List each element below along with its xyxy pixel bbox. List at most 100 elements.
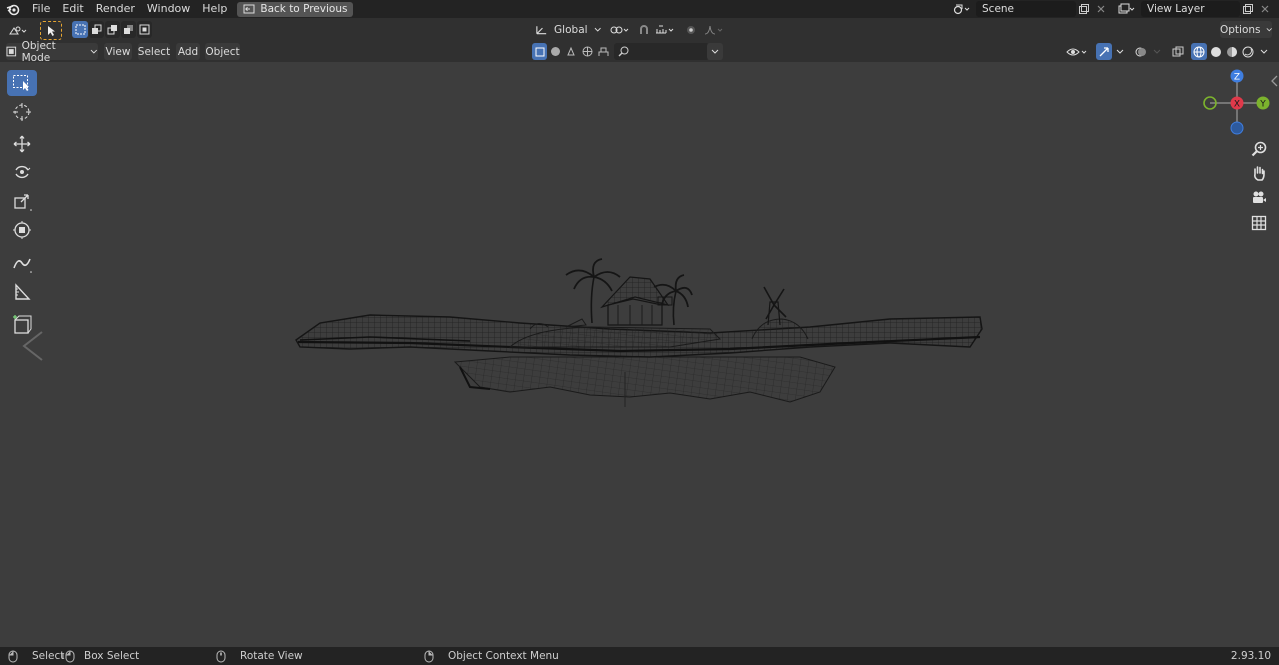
- object-mode-label: Object Mode: [21, 39, 56, 64]
- transform-tool-icon[interactable]: [7, 217, 37, 243]
- scene-browse-icon[interactable]: [950, 1, 974, 17]
- chevron-down-icon: [711, 49, 719, 54]
- 3d-viewport[interactable]: Z Y X: [0, 62, 1279, 647]
- status-box-select-label: Box Select: [84, 650, 140, 662]
- filter-camera-icon[interactable]: [596, 43, 611, 60]
- measure-tool-icon[interactable]: [7, 279, 37, 305]
- gizmo-toggle-icon[interactable]: [1096, 43, 1112, 60]
- shading-material-icon[interactable]: [1224, 43, 1240, 60]
- axis-navigation-gizmo[interactable]: Z Y X: [1198, 68, 1274, 140]
- mouse-right-icon: [424, 650, 434, 662]
- snap-toggle-icon[interactable]: [636, 21, 652, 38]
- delete-view-layer-icon[interactable]: [1258, 1, 1272, 17]
- proportional-edit-icon[interactable]: [684, 21, 698, 38]
- shading-dropdown[interactable]: [1257, 43, 1271, 60]
- toggle-perspective-icon[interactable]: [1248, 212, 1270, 234]
- status-box-select: Box Select: [62, 647, 139, 665]
- filter-mesh-icon[interactable]: [532, 43, 547, 60]
- view-layer-field[interactable]: View Layer: [1141, 1, 1240, 17]
- delete-scene-icon[interactable]: [1094, 1, 1108, 17]
- zoom-view-icon[interactable]: [1248, 138, 1270, 160]
- blender-logo-icon[interactable]: [0, 0, 26, 18]
- mouse-left-icon: [8, 650, 18, 662]
- visibility-dropdown[interactable]: [1064, 43, 1092, 60]
- scene-name: Scene: [982, 3, 1015, 15]
- pan-view-icon[interactable]: [1248, 162, 1270, 184]
- shading-solid-icon[interactable]: [1208, 43, 1224, 60]
- status-rotate-view-label: Rotate View: [240, 650, 303, 662]
- select-box-tool-icon[interactable]: [7, 70, 37, 96]
- menu-file[interactable]: File: [26, 0, 56, 18]
- filter-light-icon[interactable]: [564, 43, 579, 60]
- menu-help[interactable]: Help: [196, 0, 233, 18]
- new-scene-icon[interactable]: [1076, 1, 1092, 17]
- select-mode-invert-icon[interactable]: [121, 21, 136, 38]
- editor-type-icon[interactable]: [6, 22, 32, 39]
- back-to-previous-button[interactable]: Back to Previous: [237, 1, 354, 17]
- menu-view[interactable]: View: [104, 43, 132, 60]
- snap-target-dropdown[interactable]: [652, 21, 678, 38]
- view-layer-name: View Layer: [1147, 3, 1205, 15]
- annotate-tool-icon[interactable]: [7, 250, 37, 276]
- menu-add[interactable]: Add: [176, 43, 200, 60]
- status-bar: Select Box Select Rotate View Object Con…: [0, 647, 1279, 665]
- rotate-tool-icon[interactable]: [7, 159, 37, 185]
- gizmo-x-label: X: [1234, 100, 1240, 110]
- select-mode-intersect-icon[interactable]: [137, 21, 152, 38]
- scale-tool-icon[interactable]: [7, 188, 37, 214]
- select-tool-icon[interactable]: [40, 21, 62, 40]
- pivot-icon: [610, 26, 629, 33]
- filter-material-icon[interactable]: [548, 43, 563, 60]
- gizmo-dropdown[interactable]: [1113, 43, 1127, 60]
- filter-options-dropdown[interactable]: [707, 43, 723, 60]
- viewport-search-input[interactable]: [614, 43, 709, 60]
- scene-name-field[interactable]: Scene: [976, 1, 1076, 17]
- object-mode-dropdown[interactable]: Object Mode: [6, 40, 98, 64]
- back-to-previous-label: Back to Previous: [260, 3, 348, 15]
- transform-orientation-dropdown[interactable]: Global: [535, 21, 601, 38]
- menu-edit[interactable]: Edit: [56, 0, 89, 18]
- select-mode-new-icon[interactable]: [72, 21, 88, 38]
- view-layer-browse-icon[interactable]: [1115, 1, 1139, 17]
- status-select: Select: [8, 647, 64, 665]
- select-mode-subtract-icon[interactable]: [105, 21, 120, 38]
- gizmo-neg-z-axis[interactable]: [1230, 121, 1244, 135]
- chevron-down-icon: [1266, 27, 1272, 31]
- collapse-toolbar-icon[interactable]: [18, 330, 48, 362]
- tool-settings-header: Global Options: [0, 18, 1279, 42]
- sidebar-toggle-icon[interactable]: [1270, 74, 1279, 88]
- chevron-down-icon: [90, 49, 98, 54]
- menu-object[interactable]: Object: [205, 43, 240, 60]
- options-dropdown[interactable]: Options: [1220, 21, 1272, 38]
- select-mode-extend-icon[interactable]: [89, 21, 104, 38]
- gizmo-y-label: Y: [1259, 100, 1266, 110]
- gizmo-z-label: Z: [1234, 73, 1240, 83]
- top-menu-bar: File Edit Render Window Help Back to Pre…: [0, 0, 1279, 18]
- overlays-toggle-icon[interactable]: [1133, 43, 1149, 60]
- search-icon: [618, 46, 629, 57]
- status-context-menu-label: Object Context Menu: [448, 650, 559, 662]
- menu-select[interactable]: Select: [138, 43, 170, 60]
- object-mode-icon: [6, 46, 17, 57]
- proportional-falloff-dropdown[interactable]: [701, 21, 727, 38]
- orientation-icon: [536, 25, 547, 34]
- filter-world-icon[interactable]: [580, 43, 595, 60]
- status-rotate-view: Rotate View: [216, 647, 303, 665]
- mouse-drag-icon: [62, 650, 75, 662]
- camera-view-icon[interactable]: [1248, 187, 1270, 209]
- island-wireframe-model[interactable]: [290, 257, 990, 417]
- status-select-label: Select: [32, 650, 65, 662]
- chevron-down-icon: [1116, 49, 1124, 54]
- new-view-layer-icon[interactable]: [1240, 1, 1256, 17]
- options-label: Options: [1220, 23, 1261, 36]
- menu-window[interactable]: Window: [141, 0, 196, 18]
- xray-toggle-icon[interactable]: [1170, 43, 1186, 60]
- menu-render[interactable]: Render: [90, 0, 141, 18]
- move-tool-icon[interactable]: [7, 131, 37, 157]
- shading-rendered-icon[interactable]: [1240, 43, 1256, 60]
- overlays-dropdown[interactable]: [1150, 43, 1164, 60]
- pivot-point-dropdown[interactable]: [607, 21, 633, 38]
- transform-orientation-value: Global: [554, 23, 588, 36]
- shading-wireframe-icon[interactable]: [1191, 43, 1207, 60]
- cursor-tool-icon[interactable]: [7, 99, 37, 125]
